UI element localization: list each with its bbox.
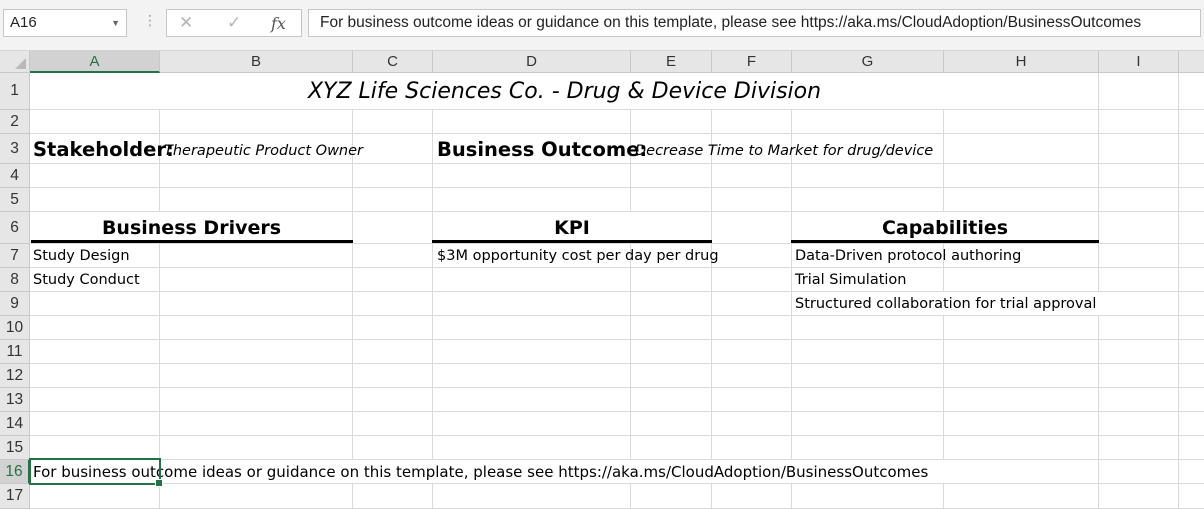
col-header-i[interactable]: I: [1099, 51, 1179, 73]
insert-function-icon[interactable]: fx: [271, 14, 286, 33]
gridline: [30, 339, 1204, 340]
row-header-3[interactable]: 3: [0, 134, 30, 164]
name-box[interactable]: A16 ▼: [3, 9, 127, 37]
col-header-a[interactable]: A: [30, 51, 160, 73]
gridline: [30, 187, 1204, 188]
enter-icon[interactable]: ✓: [227, 13, 241, 33]
spreadsheet-grid: A B C D E F G H I 1 2 3 4 5 6 7 8 9 10 1…: [0, 51, 1204, 509]
row-header-17[interactable]: 17: [0, 484, 30, 509]
stakeholder-value[interactable]: Therapeutic Product Owner: [164, 136, 363, 166]
col-header-g[interactable]: G: [792, 51, 944, 73]
row-header-6[interactable]: 6: [0, 212, 30, 244]
gridline: [30, 109, 1204, 110]
capability-item[interactable]: Data-Driven protocol authoring: [795, 244, 1021, 268]
col-header-j[interactable]: [1179, 51, 1204, 73]
kpi-header-underline: [432, 240, 712, 243]
col-header-e[interactable]: E: [631, 51, 712, 73]
cancel-icon[interactable]: ✕: [179, 13, 193, 33]
formula-input[interactable]: For business outcome ideas or guidance o…: [308, 9, 1201, 37]
gridline: [30, 363, 1204, 364]
stakeholder-label: Stakeholder:: [33, 137, 174, 161]
active-cell-selection[interactable]: [29, 458, 163, 487]
row-header-11[interactable]: 11: [0, 340, 30, 364]
gridline: [30, 435, 1204, 436]
col-header-d[interactable]: D: [433, 51, 631, 73]
row-header-12[interactable]: 12: [0, 364, 30, 388]
row-header-4[interactable]: 4: [0, 164, 30, 188]
row-header-14[interactable]: 14: [0, 412, 30, 436]
fill-handle[interactable]: [155, 479, 163, 487]
row-header-8[interactable]: 8: [0, 268, 30, 292]
capabilities-header-underline: [791, 240, 1099, 243]
formula-bar: A16 ▼ ⋮ ✕ ✓ fx For business outcome idea…: [0, 0, 1204, 51]
row-header-16[interactable]: 16: [0, 460, 30, 484]
name-box-value: A16: [10, 14, 37, 31]
driver-item[interactable]: Study Conduct: [33, 268, 140, 292]
col-header-c[interactable]: C: [353, 51, 433, 73]
row-header-15[interactable]: 15: [0, 436, 30, 460]
kpi-item[interactable]: $3M opportunity cost per day per drug: [437, 244, 719, 268]
chevron-down-icon[interactable]: ▼: [111, 10, 120, 36]
row-header-1[interactable]: 1: [0, 73, 30, 110]
drivers-header-underline: [31, 240, 353, 243]
col-header-f[interactable]: F: [712, 51, 792, 73]
footer-note[interactable]: For business outcome ideas or guidance o…: [33, 460, 928, 484]
driver-item[interactable]: Study Design: [33, 244, 130, 268]
capability-item[interactable]: Trial Simulation: [795, 268, 906, 292]
row-header-7[interactable]: 7: [0, 244, 30, 268]
select-all-corner[interactable]: [0, 51, 30, 73]
formula-buttons: ✕ ✓ fx: [166, 9, 302, 37]
col-header-h[interactable]: H: [944, 51, 1099, 73]
row-header-2[interactable]: 2: [0, 110, 30, 134]
gridline: [30, 387, 1204, 388]
row-header-5[interactable]: 5: [0, 188, 30, 212]
capabilities-header: Capabilities: [881, 216, 1009, 239]
business-outcome-label: Business Outcome:: [437, 137, 648, 161]
business-outcome-value[interactable]: Decrease Time to Market for drug/device: [635, 136, 933, 166]
more-options-icon[interactable]: ⋮: [143, 12, 157, 29]
gridline: [30, 411, 1204, 412]
row-header-13[interactable]: 13: [0, 388, 30, 412]
capability-item[interactable]: Structured collaboration for trial appro…: [795, 292, 1096, 316]
row-header-9[interactable]: 9: [0, 292, 30, 316]
row-header-10[interactable]: 10: [0, 316, 30, 340]
kpi-header: KPI: [554, 216, 590, 239]
business-drivers-header: Business Drivers: [101, 216, 282, 239]
col-header-b[interactable]: B: [160, 51, 353, 73]
sheet-title: XYZ Life Sciences Co. - Drug & Device Di…: [307, 78, 822, 104]
